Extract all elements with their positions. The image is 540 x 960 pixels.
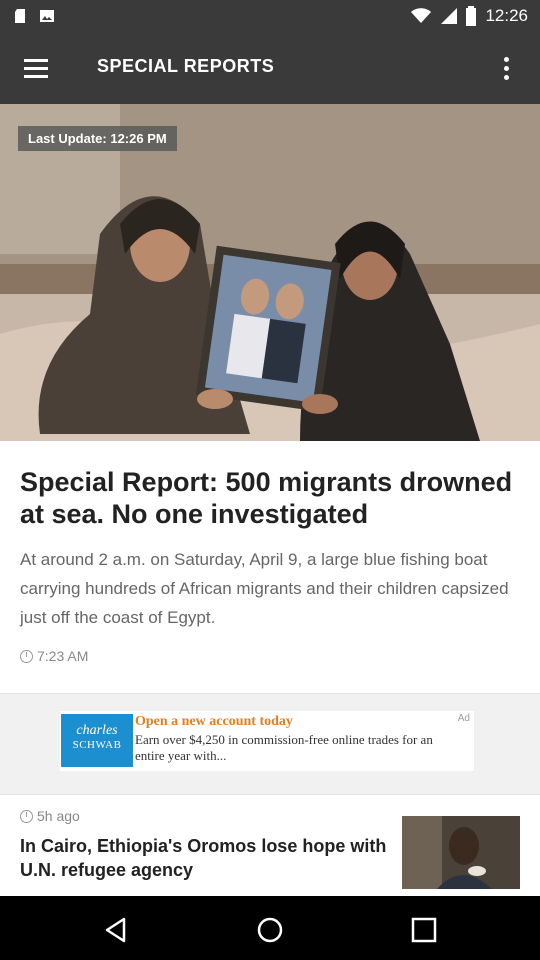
home-circle-icon[interactable] xyxy=(256,916,284,944)
list-item[interactable]: 5h ago In Cairo, Ethiopia's Oromos lose … xyxy=(0,796,540,896)
status-bar: 12:26 xyxy=(0,0,540,32)
image-icon xyxy=(40,10,54,22)
ad-label: Ad xyxy=(457,713,470,724)
story2-timestamp: 5h ago xyxy=(20,808,80,824)
sd-card-icon xyxy=(15,9,25,23)
ad-banner-area: charles SCHWAB Open a new account today … xyxy=(0,693,540,795)
ad-logo-line1: charles xyxy=(76,723,118,738)
story2-title[interactable]: In Cairo, Ethiopia's Oromos lose hope wi… xyxy=(20,834,390,882)
ad-banner[interactable]: charles SCHWAB Open a new account today … xyxy=(60,711,474,771)
battery-icon xyxy=(466,6,477,26)
last-update-badge: Last Update: 12:26 PM xyxy=(18,126,177,151)
charles-schwab-logo: charles SCHWAB xyxy=(61,714,133,767)
ad-logo-line2: SCHWAB xyxy=(72,739,122,751)
clock-icon xyxy=(20,649,33,663)
featured-summary: At around 2 a.m. on Saturday, April 9, a… xyxy=(20,550,509,627)
featured-headline[interactable]: Special Report: 500 migrants drowned at … xyxy=(20,466,525,530)
page-title: SPECIAL REPORTS xyxy=(97,56,275,76)
ad-headline: Open a new account today xyxy=(135,714,293,729)
recents-square-icon[interactable] xyxy=(410,916,438,944)
featured-story-image[interactable]: Last Update: 12:26 PM xyxy=(0,104,540,441)
status-time: 12:26 xyxy=(485,6,528,25)
more-vertical-icon[interactable] xyxy=(492,52,520,84)
story2-thumbnail[interactable] xyxy=(402,816,520,889)
wifi-icon xyxy=(411,8,432,23)
hero-photo xyxy=(0,104,540,441)
featured-time: 7:23 AM xyxy=(37,648,89,664)
app-bar: SPECIAL REPORTS xyxy=(0,32,540,104)
clock-icon xyxy=(20,809,33,823)
hamburger-menu-icon[interactable] xyxy=(18,52,54,84)
featured-timestamp: 7:23 AM xyxy=(20,648,88,664)
back-triangle-icon[interactable] xyxy=(102,916,130,944)
story2-time: 5h ago xyxy=(37,808,80,824)
thumbnail-photo xyxy=(402,816,520,889)
ad-body: Earn over $4,250 in commission-free onli… xyxy=(135,732,433,763)
feed[interactable]: Last Update: 12:26 PM Special Report: 50… xyxy=(0,104,540,896)
system-nav-bar xyxy=(0,896,540,960)
signal-icon xyxy=(441,8,458,24)
